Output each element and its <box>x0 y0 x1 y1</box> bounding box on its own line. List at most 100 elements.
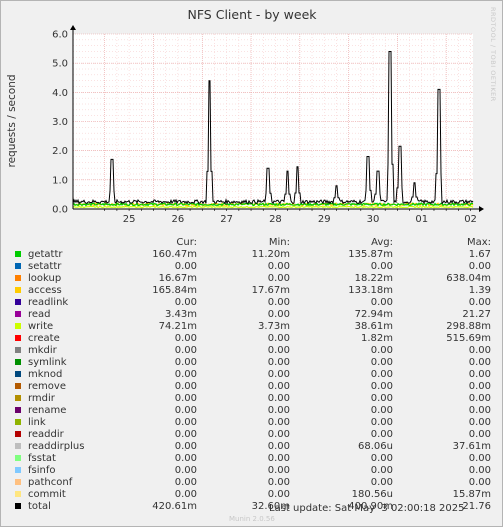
legend-swatch-getattr <box>15 251 21 257</box>
legend-cur-value: 0.00 <box>174 465 197 476</box>
legend-min-value: 0.00 <box>267 417 290 428</box>
legend-swatch-access <box>15 287 21 293</box>
legend-swatch-fsinfo <box>15 467 21 473</box>
legend-avg-value: 0.00 <box>370 297 393 308</box>
legend-avg-value: 0.00 <box>370 381 393 392</box>
legend-cur-value: 0.00 <box>174 417 197 428</box>
legend-cur-value: 0.00 <box>174 441 197 452</box>
legend-label: readdirplus <box>28 441 85 452</box>
legend-max-value: 515.69m <box>446 333 491 344</box>
legend-avg-value: 135.87m <box>348 249 393 260</box>
legend-label: rmdir <box>28 393 55 404</box>
y-tick-label: 4.0 <box>52 88 68 99</box>
legend-label: readdir <box>28 429 64 440</box>
legend-header: Cur: Min: Avg: Max: <box>13 237 493 249</box>
legend-swatch-total <box>15 503 21 509</box>
legend-row-readdir: readdir 0.00 0.00 0.00 0.00 <box>13 429 493 441</box>
x-tick-label: 25 <box>123 214 136 225</box>
legend-min-value: 0.00 <box>267 441 290 452</box>
legend-swatch-readlink <box>15 299 21 305</box>
legend-row-lookup: lookup 16.67m 0.00 18.22m 638.04m <box>13 273 493 285</box>
legend-avg-value: 133.18m <box>348 285 393 296</box>
legend-row-pathconf: pathconf 0.00 0.00 0.00 0.00 <box>13 477 493 489</box>
legend-min-value: 0.00 <box>267 429 290 440</box>
legend-max-value: 15.87m <box>452 489 491 500</box>
legend-cur-value: 0.00 <box>174 489 197 500</box>
legend-max-value: 0.00 <box>468 381 491 392</box>
legend-cur-value: 0.00 <box>174 405 197 416</box>
header-min: Min: <box>268 237 290 248</box>
legend-rows: getattr 160.47m 11.20m 135.87m 1.67 setattr 0.… <box>13 249 493 513</box>
y-tick-label: 1.0 <box>52 175 68 186</box>
x-tick-label: 28 <box>269 214 282 225</box>
legend-swatch-symlink <box>15 359 21 365</box>
legend-max-value: 0.00 <box>468 345 491 356</box>
legend-avg-value: 0.00 <box>370 453 393 464</box>
legend-min-value: 0.00 <box>267 405 290 416</box>
legend-label: link <box>28 417 46 428</box>
legend-swatch-mknod <box>15 371 21 377</box>
legend-label: remove <box>28 381 66 392</box>
legend-max-value: 638.04m <box>446 273 491 284</box>
legend-max-value: 0.00 <box>468 453 491 464</box>
legend-avg-value: 0.00 <box>370 465 393 476</box>
legend-avg-value: 0.00 <box>370 345 393 356</box>
legend-min-value: 0.00 <box>267 357 290 368</box>
y-tick-label: 6.0 <box>52 30 68 41</box>
y-axis-arrow <box>70 25 76 30</box>
legend-cur-value: 0.00 <box>174 393 197 404</box>
legend-min-value: 0.00 <box>267 309 290 320</box>
legend-avg-value: 0.00 <box>370 477 393 488</box>
legend-cur-value: 0.00 <box>174 477 197 488</box>
legend-cur-value: 420.61m <box>152 501 197 512</box>
legend-max-value: 0.00 <box>468 357 491 368</box>
legend-row-write: write 74.21m 3.73m 38.61m 298.88m <box>13 321 493 333</box>
legend-label: total <box>28 501 51 512</box>
legend-max-value: 0.00 <box>468 393 491 404</box>
legend-row-fsstat: fsstat 0.00 0.00 0.00 0.00 <box>13 453 493 465</box>
legend-swatch-pathconf <box>15 479 21 485</box>
legend-min-value: 0.00 <box>267 393 290 404</box>
x-tick-label: 30 <box>367 214 380 225</box>
chart-title: NFS Client - by week <box>187 7 317 22</box>
x-tick-label: 01 <box>415 214 428 225</box>
legend-min-value: 0.00 <box>267 297 290 308</box>
legend-label: readlink <box>28 297 69 308</box>
legend-swatch-rmdir <box>15 395 21 401</box>
legend-min-value: 0.00 <box>267 453 290 464</box>
legend-cur-value: 0.00 <box>174 381 197 392</box>
legend-swatch-rename <box>15 407 21 413</box>
legend-avg-value: 0.00 <box>370 429 393 440</box>
legend-max-value: 0.00 <box>468 405 491 416</box>
legend-max-value: 0.00 <box>468 417 491 428</box>
legend-label: read <box>28 309 51 320</box>
x-tick-label: 27 <box>220 214 233 225</box>
legend-max-value: 37.61m <box>452 441 491 452</box>
legend-swatch-write <box>15 323 21 329</box>
legend-min-value: 0.00 <box>267 345 290 356</box>
legend-swatch-fsstat <box>15 455 21 461</box>
x-tick-label: 02 <box>464 214 477 225</box>
legend-row-link: link 0.00 0.00 0.00 0.00 <box>13 417 493 429</box>
legend-label: setattr <box>28 261 62 272</box>
x-tick-label: 26 <box>172 214 185 225</box>
legend: Cur: Min: Avg: Max: getattr 160.47m 11.20m… <box>13 237 493 513</box>
legend-label: rename <box>28 405 67 416</box>
y-tick-label: 3.0 <box>52 117 68 128</box>
legend-swatch-mkdir <box>15 347 21 353</box>
legend-min-value: 11.20m <box>251 249 290 260</box>
legend-avg-value: 68.06u <box>358 441 393 452</box>
legend-min-value: 17.67m <box>251 285 290 296</box>
legend-label: access <box>28 285 62 296</box>
legend-cur-value: 0.00 <box>174 333 197 344</box>
legend-row-remove: remove 0.00 0.00 0.00 0.00 <box>13 381 493 393</box>
legend-cur-value: 0.00 <box>174 261 197 272</box>
y-axis-label: requests / second <box>6 74 18 167</box>
legend-cur-value: 165.84m <box>152 285 197 296</box>
legend-label: symlink <box>28 357 67 368</box>
legend-swatch-setattr <box>15 263 21 269</box>
legend-row-setattr: setattr 0.00 0.00 0.00 0.00 <box>13 261 493 273</box>
legend-max-value: 1.39 <box>468 285 491 296</box>
legend-row-create: create 0.00 0.00 1.82m 515.69m <box>13 333 493 345</box>
legend-avg-value: 0.00 <box>370 261 393 272</box>
